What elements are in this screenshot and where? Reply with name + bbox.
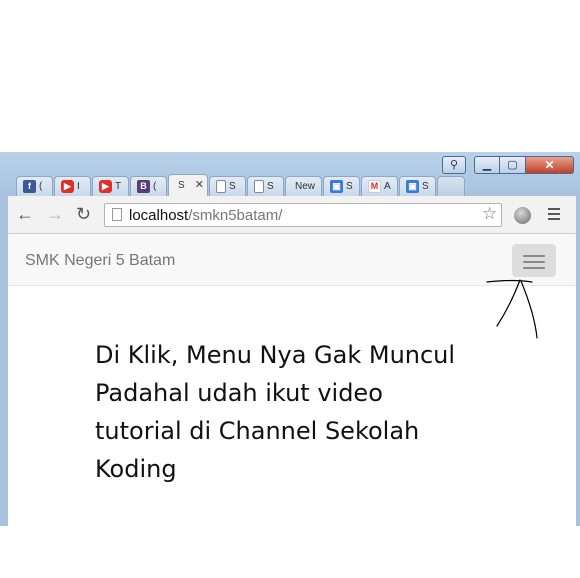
hand-drawn-arrow <box>486 279 538 339</box>
annotation-text: Di Klik, Menu Nya Gak Muncul Padahal uda… <box>95 341 456 483</box>
